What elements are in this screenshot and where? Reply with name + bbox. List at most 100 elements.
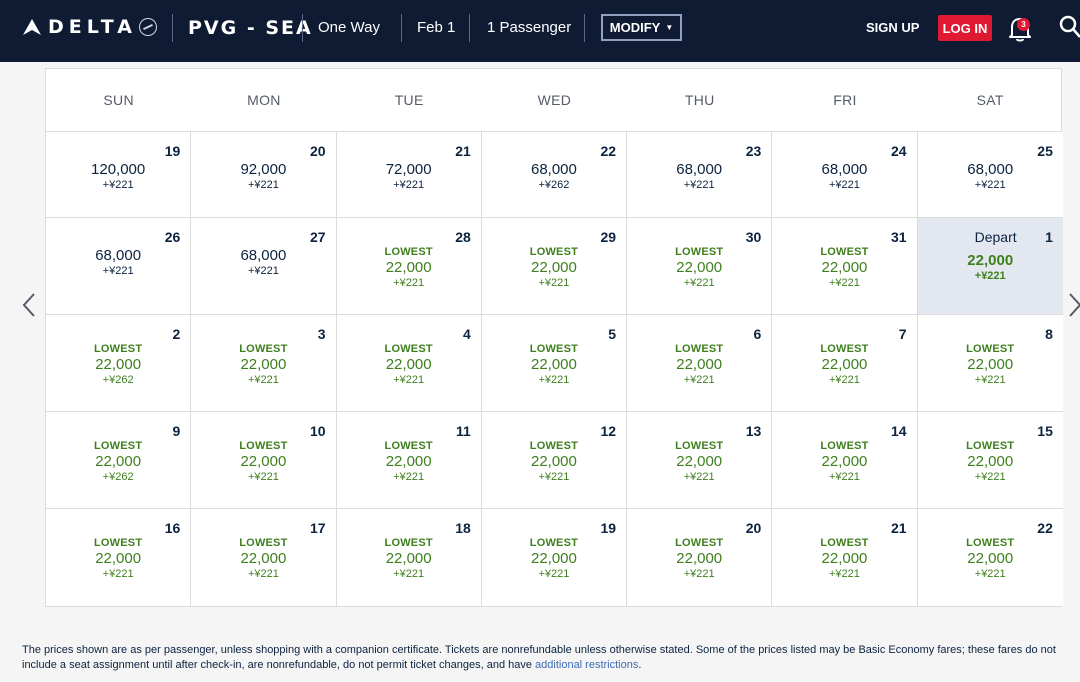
fare-info: LOWEST 22,000 +¥221	[191, 343, 335, 387]
calendar-day[interactable]: 25 68,000 +¥221	[917, 132, 1063, 218]
search-icon[interactable]	[1058, 14, 1080, 40]
calendar-day[interactable]: 28 LOWEST 22,000 +¥221	[336, 218, 482, 315]
tax-amount: +¥221	[974, 270, 1006, 282]
calendar-day[interactable]: 30 LOWEST 22,000 +¥221	[627, 218, 773, 315]
day-number: 2	[172, 326, 181, 342]
depart-label: Depart	[974, 229, 1017, 245]
tax-amount: +¥221	[538, 374, 570, 386]
lowest-fare-tag: LOWEST	[384, 343, 433, 355]
miles-price: 22,000	[95, 453, 142, 470]
weekday-label: WED	[537, 92, 572, 108]
lowest-fare-tag: LOWEST	[529, 537, 579, 549]
miles-price: 120,000	[91, 161, 146, 178]
calendar-day[interactable]: 22 LOWEST 22,000 +¥221	[917, 509, 1063, 606]
tax-amount: +¥221	[974, 179, 1006, 191]
lowest-fare-tag: LOWEST	[529, 440, 579, 452]
calendar-day[interactable]: 13 LOWEST 22,000 +¥221	[627, 412, 773, 509]
day-number: 23	[745, 143, 762, 159]
fare-info: LOWEST 22,000 +¥221	[337, 440, 481, 484]
miles-price: 22,000	[967, 356, 1014, 373]
calendar-day[interactable]: 12 LOWEST 22,000 +¥221	[481, 412, 628, 509]
day-number: 11	[455, 423, 471, 439]
tax-amount: +¥221	[538, 277, 570, 289]
calendar-day[interactable]: 15 LOWEST 22,000 +¥221	[917, 412, 1063, 509]
calendar-day[interactable]: 3 LOWEST 22,000 +¥221	[191, 315, 337, 412]
calendar-day[interactable]: 21 LOWEST 22,000 +¥221	[772, 509, 918, 606]
tax-amount: +¥221	[829, 568, 860, 580]
calendar-day[interactable]: 17 LOWEST 22,000 +¥221	[191, 509, 337, 606]
calendar-day[interactable]: 19 120,000 +¥221	[46, 132, 192, 218]
miles-price: 22,000	[676, 550, 723, 567]
fare-info: LOWEST 22,000 +¥221	[772, 246, 916, 290]
calendar-day[interactable]: 19 LOWEST 22,000 +¥221	[481, 509, 628, 606]
calendar-day[interactable]: 5 LOWEST 22,000 +¥221	[481, 315, 628, 412]
lowest-fare-tag: LOWEST	[384, 537, 433, 549]
header-divider	[401, 14, 402, 42]
fare-info: LOWEST 22,000 +¥262	[46, 343, 190, 387]
fare-info: LOWEST 22,000 +¥221	[918, 537, 1063, 581]
fare-info: 68,000 +¥221	[772, 161, 916, 192]
header-divider	[172, 14, 173, 42]
tax-amount: +¥221	[393, 277, 425, 289]
delta-logo[interactable]: DELTA	[22, 16, 157, 38]
fare-info: LOWEST 22,000 +¥221	[46, 537, 190, 581]
day-number: 18	[455, 520, 471, 536]
calendar-day[interactable]: 2 LOWEST 22,000 +¥262	[46, 315, 192, 412]
calendar-day[interactable]: 20 LOWEST 22,000 +¥221	[627, 509, 773, 606]
sign-up-link[interactable]: SIGN UP	[866, 20, 919, 35]
calendar-day[interactable]: 23 68,000 +¥221	[627, 132, 773, 218]
calendar-day[interactable]: 31 LOWEST 22,000 +¥221	[772, 218, 918, 315]
fare-info: 120,000 +¥221	[46, 161, 190, 192]
day-number: 13	[745, 423, 762, 439]
calendar-day[interactable]: 4 LOWEST 22,000 +¥221	[336, 315, 482, 412]
tax-amount: +¥221	[683, 374, 715, 386]
tax-amount: +¥221	[393, 568, 425, 580]
miles-price: 22,000	[676, 356, 723, 373]
calendar-day-selected[interactable]: 1 Depart 22,000 +¥221	[917, 218, 1063, 315]
passenger-count: 1 Passenger	[487, 19, 572, 36]
log-in-button[interactable]: LOG IN	[938, 15, 992, 41]
modify-button[interactable]: MODIFY ▼	[601, 14, 682, 41]
miles-price: 68,000	[821, 161, 868, 178]
calendar-day[interactable]: 9 LOWEST 22,000 +¥262	[46, 412, 192, 509]
calendar-day[interactable]: 11 LOWEST 22,000 +¥221	[336, 412, 482, 509]
weekday-label: THU	[684, 92, 715, 108]
calendar-day[interactable]: 14 LOWEST 22,000 +¥221	[772, 412, 918, 509]
fare-info: LOWEST 22,000 +¥221	[482, 440, 626, 484]
miles-price: 22,000	[821, 259, 868, 276]
calendar-day[interactable]: 27 68,000 +¥221	[191, 218, 337, 315]
calendar-day[interactable]: 16 LOWEST 22,000 +¥221	[46, 509, 192, 606]
lowest-fare-tag: LOWEST	[820, 343, 869, 355]
chevron-left-icon[interactable]	[22, 292, 36, 318]
additional-restrictions-link[interactable]: additional restrictions	[535, 659, 638, 671]
weekday-header-row: SUN MON TUE WED THU FRI SAT	[46, 69, 1061, 132]
day-number: 3	[317, 326, 326, 342]
tax-amount: +¥221	[683, 179, 715, 191]
header-divider	[584, 14, 585, 42]
fare-info: 68,000 +¥221	[627, 161, 771, 192]
calendar-day[interactable]: 26 68,000 +¥221	[46, 218, 192, 315]
fare-info: 68,000 +¥221	[46, 247, 190, 278]
calendar-day[interactable]: 21 72,000 +¥221	[336, 132, 482, 218]
calendar-day[interactable]: 29 LOWEST 22,000 +¥221	[481, 218, 628, 315]
weekday-label: FRI	[833, 92, 857, 108]
fare-info: LOWEST 22,000 +¥221	[191, 537, 335, 581]
modify-label: MODIFY	[609, 20, 661, 35]
chevron-right-icon[interactable]	[1068, 292, 1080, 318]
fare-info: LOWEST 22,000 +¥221	[772, 440, 916, 484]
miles-price: 22,000	[385, 453, 432, 470]
calendar-day[interactable]: 22 68,000 +¥262	[481, 132, 628, 218]
calendar-day[interactable]: 8 LOWEST 22,000 +¥221	[917, 315, 1063, 412]
calendar-day[interactable]: 20 92,000 +¥221	[191, 132, 337, 218]
lowest-fare-tag: LOWEST	[239, 440, 288, 452]
calendar-day[interactable]: 18 LOWEST 22,000 +¥221	[336, 509, 482, 606]
calendar-day[interactable]: 10 LOWEST 22,000 +¥221	[191, 412, 337, 509]
day-number: 22	[1037, 520, 1053, 536]
tax-amount: +¥221	[829, 374, 860, 386]
calendar-day[interactable]: 24 68,000 +¥221	[772, 132, 918, 218]
day-number: 28	[455, 229, 471, 245]
calendar-day[interactable]: 7 LOWEST 22,000 +¥221	[772, 315, 918, 412]
calendar-day[interactable]: 6 LOWEST 22,000 +¥221	[627, 315, 773, 412]
fare-info: LOWEST 22,000 +¥221	[772, 343, 916, 387]
day-number: 24	[891, 143, 907, 159]
